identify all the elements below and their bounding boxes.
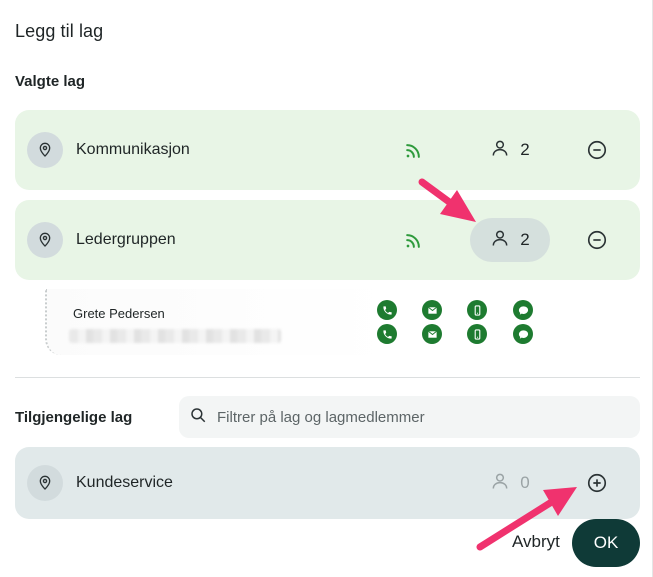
dialog-title: Legg til lag — [15, 21, 104, 41]
rss-feed-icon — [403, 231, 423, 251]
minus-circle-icon — [587, 230, 607, 250]
person-icon — [490, 228, 510, 253]
cancel-button[interactable]: Avbryt — [512, 532, 560, 552]
team-search-field[interactable] — [179, 396, 640, 438]
chat-icon[interactable] — [513, 324, 533, 344]
team-members-button[interactable]: 2 — [470, 128, 550, 172]
add-team-dialog: Legg til lag Valgte lag Kommunikasjon 2 … — [0, 0, 653, 577]
search-icon — [189, 406, 207, 429]
minus-circle-icon — [587, 140, 607, 160]
team-members-button[interactable]: 2 — [470, 218, 550, 262]
team-name: Ledergruppen — [76, 231, 176, 248]
team-name: Kundeservice — [76, 474, 173, 491]
mobile-icon[interactable] — [467, 300, 487, 320]
team-member-list: Grete Pedersen — [45, 289, 627, 355]
member-name: Grete Pedersen — [73, 306, 165, 321]
location-pin-icon — [27, 465, 63, 501]
selected-team-row: Ledergruppen 2 — [15, 200, 640, 280]
mobile-icon[interactable] — [467, 324, 487, 344]
member-count: 2 — [520, 140, 530, 159]
member-count: 0 — [520, 473, 530, 492]
search-input[interactable] — [217, 408, 617, 426]
selected-team-row: Kommunikasjon 2 — [15, 110, 640, 190]
available-teams-heading: Tilgjengelige lag — [15, 409, 133, 426]
location-pin-icon — [27, 132, 63, 168]
team-members-button[interactable]: 0 — [470, 461, 550, 505]
ok-button[interactable]: OK — [572, 519, 640, 567]
remove-team-button[interactable] — [585, 138, 609, 162]
phone-icon[interactable] — [377, 300, 397, 320]
remove-team-button[interactable] — [585, 228, 609, 252]
rss-feed-icon — [403, 141, 423, 161]
person-icon — [490, 471, 510, 496]
section-divider — [15, 377, 640, 378]
plus-circle-icon — [587, 473, 607, 493]
email-icon[interactable] — [422, 300, 442, 320]
email-icon[interactable] — [422, 324, 442, 344]
member-details-redacted — [69, 329, 281, 343]
location-pin-icon — [27, 222, 63, 258]
person-icon — [490, 138, 510, 163]
member-count: 2 — [520, 230, 530, 249]
phone-icon[interactable] — [377, 324, 397, 344]
chat-icon[interactable] — [513, 300, 533, 320]
available-team-row: Kundeservice 0 — [15, 447, 640, 519]
team-name: Kommunikasjon — [76, 141, 190, 158]
add-team-button[interactable] — [585, 471, 609, 495]
selected-teams-heading: Valgte lag — [15, 73, 86, 90]
